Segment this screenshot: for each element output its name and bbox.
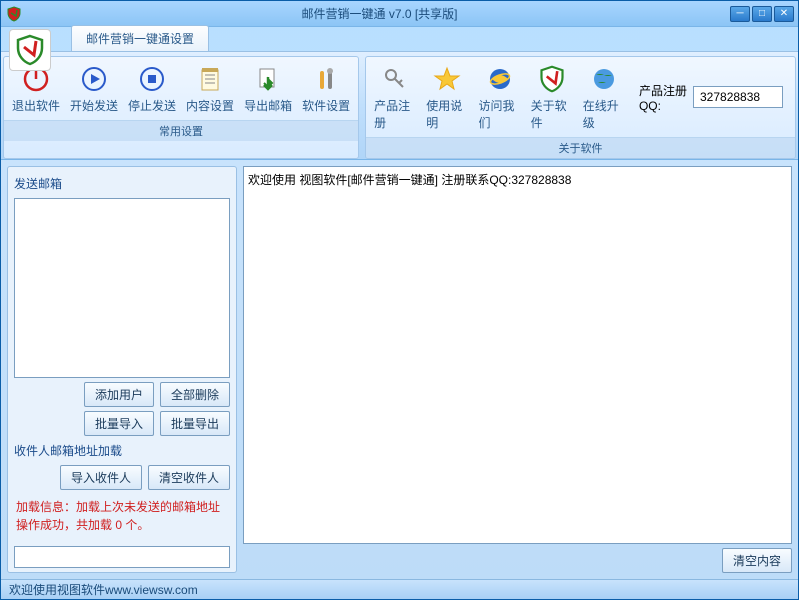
statusbar: 欢迎使用视图软件 www.viewsw.com bbox=[1, 579, 798, 599]
minimize-button[interactable]: ─ bbox=[730, 6, 750, 22]
register-button[interactable]: 产品注册 bbox=[370, 61, 420, 133]
qq-input[interactable] bbox=[693, 86, 783, 108]
import-recipient-button[interactable]: 导入收件人 bbox=[60, 465, 142, 490]
group-title-about: 关于软件 bbox=[366, 137, 795, 158]
shield-icon bbox=[536, 63, 568, 95]
export-button[interactable]: 导出邮箱 bbox=[240, 61, 296, 116]
left-panel: 发送邮箱 添加用户 全部删除 批量导入 批量导出 收件人邮箱地址加载 导入收件人… bbox=[7, 166, 237, 573]
load-info: 加载信息：加载上次未发送的邮箱地址操作成功，共加载 0 个。 bbox=[14, 494, 230, 538]
status-link[interactable]: www.viewsw.com bbox=[105, 583, 198, 597]
log-box[interactable]: 欢迎使用 视图软件[邮件营销一键通] 注册联系QQ:327828838 bbox=[243, 166, 792, 544]
manual-button[interactable]: 使用说明 bbox=[422, 61, 472, 133]
clear-content-button[interactable]: 清空内容 bbox=[722, 548, 792, 573]
app-icon bbox=[5, 5, 23, 23]
star-icon bbox=[431, 63, 463, 95]
titlebar: 邮件营销一键通 v7.0 [共享版] ─ □ ✕ bbox=[1, 1, 798, 27]
toolbar-group-about: 产品注册 使用说明 访问我们 关于软件 在线升级 bbox=[365, 56, 796, 159]
add-user-button[interactable]: 添加用户 bbox=[84, 382, 154, 407]
play-icon bbox=[78, 63, 110, 95]
ie-icon bbox=[484, 63, 516, 95]
maximize-button[interactable]: □ bbox=[752, 6, 772, 22]
send-mailbox-header: 发送邮箱 bbox=[14, 173, 230, 194]
upgrade-button[interactable]: 在线升级 bbox=[579, 61, 629, 133]
keys-icon bbox=[379, 63, 411, 95]
corner-app-icon[interactable] bbox=[9, 29, 51, 71]
stop-icon bbox=[136, 63, 168, 95]
export-icon bbox=[252, 63, 284, 95]
status-text: 欢迎使用视图软件 bbox=[9, 581, 105, 598]
delete-all-button[interactable]: 全部删除 bbox=[160, 382, 230, 407]
clear-recipient-button[interactable]: 清空收件人 bbox=[148, 465, 230, 490]
welcome-text: 欢迎使用 视图软件[邮件营销一键通] 注册联系QQ:327828838 bbox=[248, 171, 787, 188]
sender-list[interactable] bbox=[14, 198, 230, 378]
close-button[interactable]: ✕ bbox=[774, 6, 794, 22]
content-button[interactable]: 内容设置 bbox=[182, 61, 238, 116]
main-area: 发送邮箱 添加用户 全部删除 批量导入 批量导出 收件人邮箱地址加载 导入收件人… bbox=[1, 160, 798, 579]
visit-button[interactable]: 访问我们 bbox=[474, 61, 524, 133]
tools-icon bbox=[310, 63, 342, 95]
about-button[interactable]: 关于软件 bbox=[527, 61, 577, 133]
batch-export-button[interactable]: 批量导出 bbox=[160, 411, 230, 436]
window-controls: ─ □ ✕ bbox=[730, 6, 794, 22]
settings-button[interactable]: 软件设置 bbox=[298, 61, 354, 116]
tab-strip: 邮件营销一键通设置 bbox=[1, 27, 798, 51]
main-window: 邮件营销一键通 v7.0 [共享版] ─ □ ✕ 邮件营销一键通设置 退出软件 … bbox=[0, 0, 799, 600]
qq-label: 产品注册QQ: bbox=[639, 82, 689, 113]
globe-icon bbox=[588, 63, 620, 95]
qq-register-box: 产品注册QQ: bbox=[631, 82, 791, 113]
stop-button[interactable]: 停止发送 bbox=[124, 61, 180, 116]
bottom-input[interactable] bbox=[14, 546, 230, 568]
batch-import-button[interactable]: 批量导入 bbox=[84, 411, 154, 436]
toolbar-group-common: 退出软件 开始发送 停止发送 内容设置 导出邮箱 bbox=[3, 56, 359, 159]
start-button[interactable]: 开始发送 bbox=[66, 61, 122, 116]
recipient-header: 收件人邮箱地址加载 bbox=[14, 440, 230, 461]
right-panel: 欢迎使用 视图软件[邮件营销一键通] 注册联系QQ:327828838 清空内容 bbox=[243, 166, 792, 573]
group-title-common: 常用设置 bbox=[4, 120, 358, 141]
notepad-icon bbox=[194, 63, 226, 95]
window-title: 邮件营销一键通 v7.0 [共享版] bbox=[29, 5, 730, 22]
toolbar: 退出软件 开始发送 停止发送 内容设置 导出邮箱 bbox=[1, 51, 798, 160]
tab-settings[interactable]: 邮件营销一键通设置 bbox=[71, 25, 209, 51]
